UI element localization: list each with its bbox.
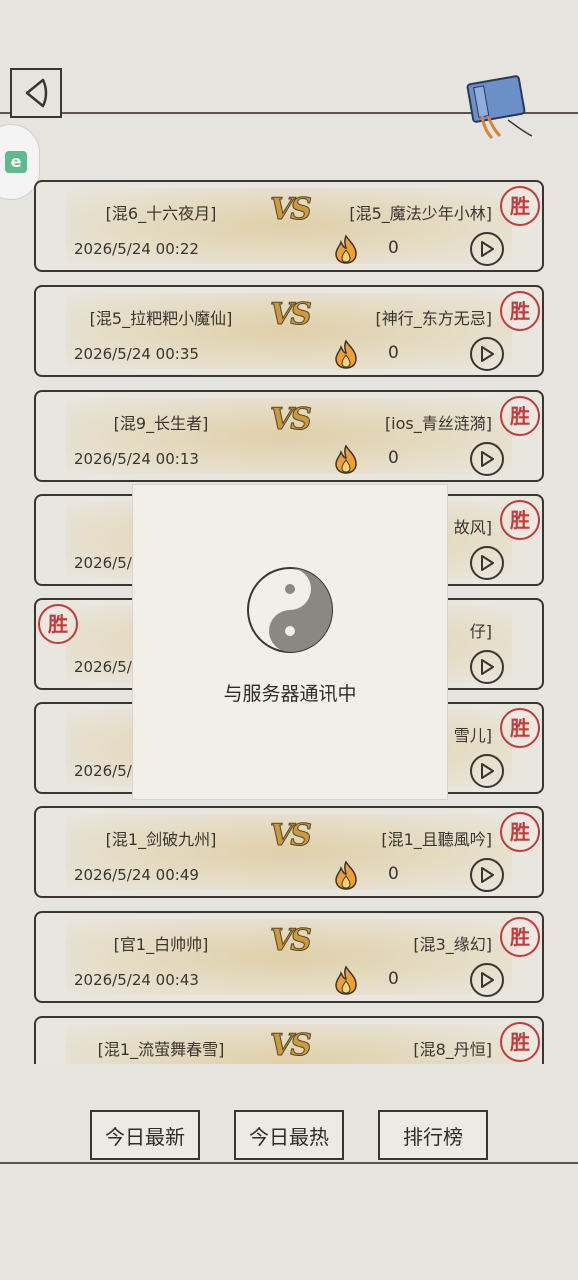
tab-ranking[interactable]: 排行榜 <box>378 1110 488 1160</box>
play-icon <box>481 241 494 257</box>
play-icon <box>481 972 494 988</box>
play-icon <box>481 451 494 467</box>
left-player-name: [混5_拉粑粑小魔仙] <box>89 309 233 328</box>
right-player-name: [神行_东方无忌] <box>375 309 493 328</box>
play-replay-button[interactable] <box>470 232 504 266</box>
right-player-name: [混3_缘幻] <box>413 935 492 954</box>
heat-count: 0 <box>388 969 399 989</box>
heat-count: 0 <box>388 864 399 884</box>
back-button[interactable] <box>10 68 62 118</box>
play-replay-button[interactable] <box>470 963 504 997</box>
left-player-name: [混9_长生者] <box>113 414 209 433</box>
match-date: 2026/5/24 00:43 <box>74 971 199 989</box>
heat-count: 0 <box>388 448 399 468</box>
left-player-name: [官1_白帅帅] <box>113 935 209 954</box>
server-loading-dialog: 与服务器通讯中 <box>132 484 448 800</box>
win-stamp-icon: 胜 <box>500 812 540 852</box>
play-icon <box>481 763 494 779</box>
match-date: 2026/5/24 00:22 <box>74 240 199 258</box>
win-stamp-icon: 胜 <box>500 500 540 540</box>
fire-icon <box>335 444 357 474</box>
play-icon <box>481 346 494 362</box>
left-player-name: [混6_十六夜月] <box>105 204 217 223</box>
match-date: 2026/5/ <box>74 762 132 780</box>
fire-icon <box>335 234 357 264</box>
play-replay-button[interactable] <box>470 754 504 788</box>
play-replay-button[interactable] <box>470 442 504 476</box>
badge-letter: e <box>5 151 27 173</box>
scroll-book-icon[interactable] <box>452 72 542 142</box>
play-icon <box>481 555 494 571</box>
right-player-name: [ios_青丝涟漪] <box>384 414 492 433</box>
play-replay-button[interactable] <box>470 546 504 580</box>
play-replay-button[interactable] <box>470 858 504 892</box>
match-card[interactable]: [官1_白帅帅] VS [混3_缘幻] 胜 2026/5/24 00:43 0 <box>34 911 544 1003</box>
win-stamp-icon: 胜 <box>500 1022 540 1062</box>
left-player-name: [混1_剑破九州] <box>105 830 217 849</box>
left-player-name: [混1_流萤舞春雪] <box>97 1040 225 1059</box>
bottom-divider <box>0 1162 578 1164</box>
play-icon <box>481 867 494 883</box>
match-card[interactable]: [混1_流萤舞春雪] VS [混8_丹恒] 胜 <box>34 1016 544 1064</box>
match-card[interactable]: [混5_拉粑粑小魔仙] VS [神行_东方无忌] 胜 2026/5/24 00:… <box>34 285 544 377</box>
match-date: 2026/5/24 00:13 <box>74 450 199 468</box>
back-arrow-icon <box>25 78 48 108</box>
fire-icon <box>335 339 357 369</box>
heat-count: 0 <box>388 238 399 258</box>
tab-today-latest[interactable]: 今日最新 <box>90 1110 200 1160</box>
win-stamp-icon: 胜 <box>500 291 540 331</box>
win-stamp-icon: 胜 <box>500 708 540 748</box>
win-stamp-icon: 胜 <box>500 917 540 957</box>
fire-icon <box>335 965 357 995</box>
loading-message: 与服务器通讯中 <box>223 683 357 705</box>
bottom-tab-bar: 今日最新 今日最热 排行榜 <box>0 1100 578 1180</box>
match-card[interactable]: [混1_剑破九州] VS [混1_且聽風吟] 胜 2026/5/24 00:49… <box>34 806 544 898</box>
win-stamp-icon: 胜 <box>500 396 540 436</box>
play-replay-button[interactable] <box>470 650 504 684</box>
right-player-name: [混5_魔法少年小林] <box>349 204 492 223</box>
tab-today-hottest[interactable]: 今日最热 <box>234 1110 344 1160</box>
match-date: 2026/5/24 00:35 <box>74 345 199 363</box>
heat-count: 0 <box>388 343 399 363</box>
play-icon <box>481 659 494 675</box>
play-replay-button[interactable] <box>470 337 504 371</box>
fire-icon <box>335 860 357 890</box>
yin-yang-icon <box>247 567 333 653</box>
match-card[interactable]: [混9_长生者] VS [ios_青丝涟漪] 胜 2026/5/24 00:13… <box>34 390 544 482</box>
right-player-name: [混8_丹恒] <box>413 1040 492 1059</box>
match-card[interactable]: [混6_十六夜月] VS [混5_魔法少年小林] 胜 2026/5/24 00:… <box>34 180 544 272</box>
match-date: 2026/5/ <box>74 554 132 572</box>
match-date: 2026/5/ <box>74 658 132 676</box>
right-player-name: [混1_且聽風吟] <box>381 830 492 849</box>
win-stamp-icon: 胜 <box>500 186 540 226</box>
match-date: 2026/5/24 00:49 <box>74 866 199 884</box>
